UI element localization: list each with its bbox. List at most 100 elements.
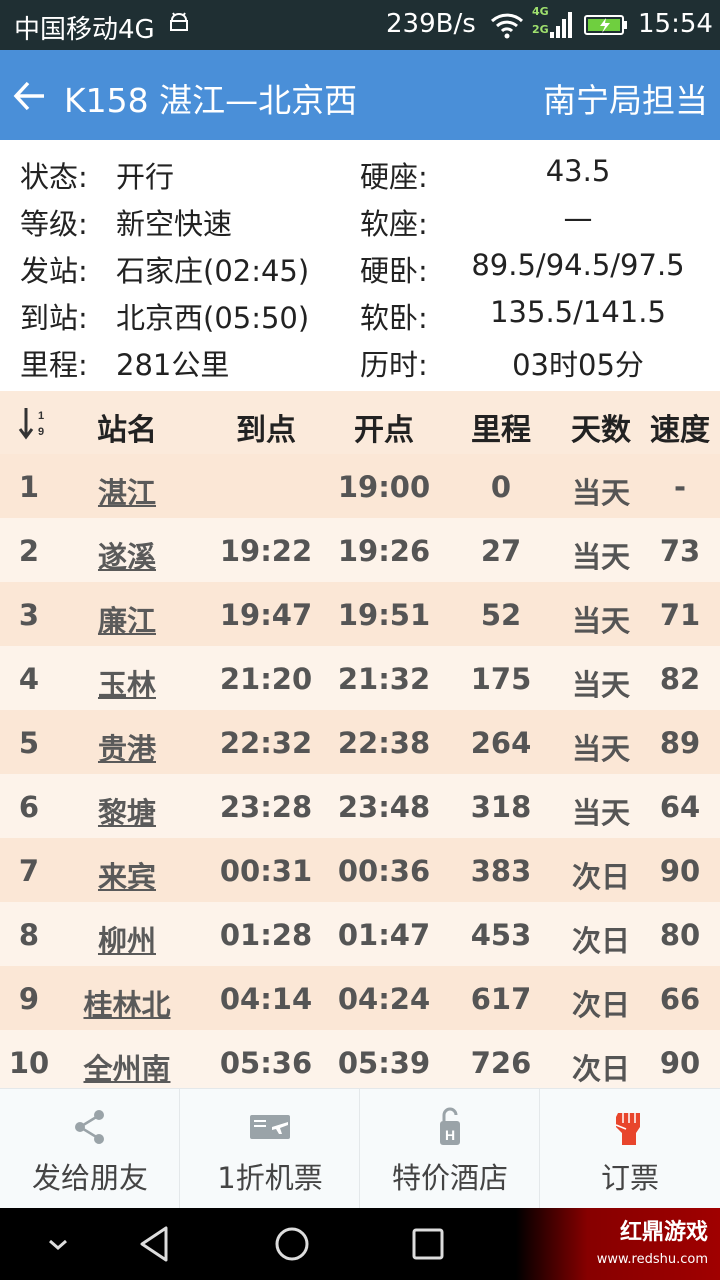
table-row[interactable]: 10 全州南 05:36 05:39 726 次日 90 [0,1030,720,1088]
arrive-time: 23:28 [219,790,313,824]
clock: 15:54 [638,9,713,39]
signal-icon [550,12,572,38]
info-label: 状态: [20,160,88,194]
table-row[interactable]: 7 来宾 00:31 00:36 383 次日 90 [0,838,720,902]
book-ticket-button[interactable]: 订票 [540,1089,720,1209]
column-header-arrive[interactable]: 到点 [206,405,326,449]
station-link[interactable]: 桂林北 [64,982,190,1024]
stop-list: 1 湛江 19:00 0 当天 - 2 遂溪 19:22 19:26 27 当天… [0,454,720,1088]
hotel-icon: H [440,1107,460,1145]
table-row[interactable]: 3 廉江 19:47 19:51 52 当天 71 [0,582,720,646]
table-row[interactable]: 4 玉林 21:20 21:32 175 当天 82 [0,646,720,710]
page-title: K158 湛江—北京西 [64,81,358,120]
table-row[interactable]: 6 黎塘 23:28 23:48 318 当天 64 [0,774,720,838]
mileage: 175 [470,662,532,696]
share-button[interactable]: 发给朋友 [0,1089,180,1209]
depart-time: 19:51 [337,598,431,632]
info-label: 软座: [360,207,428,241]
depart-time: 04:24 [337,982,431,1016]
arrive-time: 19:22 [219,534,313,568]
table-row[interactable]: 2 遂溪 19:22 19:26 27 当天 73 [0,518,720,582]
back-triangle-icon[interactable] [136,1224,176,1264]
info-row: 状态: 开行 硬座: 43.5 [0,154,720,201]
info-value: — [563,201,593,235]
status-bar: 中国移动4G 239B/s 4G 2G 15:54 [0,0,720,50]
network-type: 4G 2G [532,5,549,36]
info-value: 新空快速 [116,207,233,241]
column-header-station[interactable]: 站名 [64,405,190,449]
station-link[interactable]: 黎塘 [64,790,190,832]
home-circle-icon[interactable] [272,1224,312,1264]
stop-number: 8 [18,918,40,952]
day: 当天 [571,540,630,574]
stop-number: 1 [18,470,40,504]
mileage: 726 [470,1046,532,1080]
info-row: 等级: 新空快速 软座: — [0,201,720,248]
hotel-button[interactable]: H 特价酒店 [360,1089,540,1209]
network-speed: 239B/s [386,9,476,39]
arrive-time: 21:20 [219,662,313,696]
column-header-km[interactable]: 里程 [446,405,556,449]
table-row[interactable]: 5 贵港 22:32 22:38 264 当天 89 [0,710,720,774]
stop-number: 9 [18,982,40,1016]
mileage: 0 [490,470,512,504]
watermark-url: www.redshu.com [596,1252,708,1267]
station-link[interactable]: 廉江 [64,598,190,640]
column-header-day[interactable]: 天数 [556,405,646,449]
depart-time: 23:48 [337,790,431,824]
wifi-icon [490,13,524,39]
svg-text:H: H [445,1127,455,1143]
sort-ascending-icon[interactable]: 1 9 [18,405,50,441]
watermark-text: 红鼎游戏 [619,1220,708,1245]
station-link[interactable]: 柳州 [64,918,190,960]
day: 次日 [571,988,630,1022]
depart-time: 00:36 [337,854,431,888]
column-header-depart[interactable]: 开点 [324,405,444,449]
speed: 71 [659,598,701,632]
arrive-time: 05:36 [219,1046,313,1080]
table-row[interactable]: 9 桂林北 04:14 04:24 617 次日 66 [0,966,720,1030]
battery-charging-icon [584,15,627,35]
station-link[interactable]: 遂溪 [64,534,190,576]
stop-number: 4 [18,662,40,696]
station-link[interactable]: 来宾 [64,854,190,896]
chevron-down-icon[interactable] [38,1224,78,1264]
column-header-speed[interactable]: 速度 [642,405,718,449]
mileage: 453 [470,918,532,952]
info-label: 发站: [20,254,88,288]
day: 次日 [571,924,630,958]
stop-number: 2 [18,534,40,568]
info-label: 等级: [20,207,88,241]
stop-number: 10 [8,1046,50,1080]
speed: 73 [659,534,701,568]
station-link[interactable]: 玉林 [64,662,190,704]
depart-time: 19:00 [337,470,431,504]
info-value: 135.5/141.5 [490,295,666,329]
station-link[interactable]: 全州南 [64,1046,190,1088]
day: 当天 [571,668,630,702]
depart-time: 21:32 [337,662,431,696]
depart-time: 05:39 [337,1046,431,1080]
arrive-time: 01:28 [219,918,313,952]
stop-number: 5 [18,726,40,760]
info-value: 03时05分 [512,348,644,382]
android-icon [170,12,188,31]
info-value: 石家庄(02:45) [116,254,310,288]
table-row[interactable]: 8 柳州 01:28 01:47 453 次日 80 [0,902,720,966]
recents-square-icon[interactable] [408,1224,448,1264]
arrow-left-icon[interactable] [12,78,48,114]
action-label: 1折机票 [217,1161,323,1195]
fist-icon [615,1113,640,1145]
depart-time: 22:38 [337,726,431,760]
speed: 66 [659,982,701,1016]
table-row[interactable]: 1 湛江 19:00 0 当天 - [0,454,720,518]
day: 当天 [571,732,630,766]
speed: - [673,470,687,504]
station-link[interactable]: 贵港 [64,726,190,768]
stop-number: 3 [18,598,40,632]
train-info: 状态: 开行 硬座: 43.5 等级: 新空快速 软座: — 发站: 石家庄(0… [0,140,720,390]
info-label: 硬座: [360,160,428,194]
flight-ticket-button[interactable]: 1折机票 [180,1089,360,1209]
info-row: 里程: 281公里 历时: 03时05分 [0,342,720,389]
station-link[interactable]: 湛江 [64,470,190,512]
